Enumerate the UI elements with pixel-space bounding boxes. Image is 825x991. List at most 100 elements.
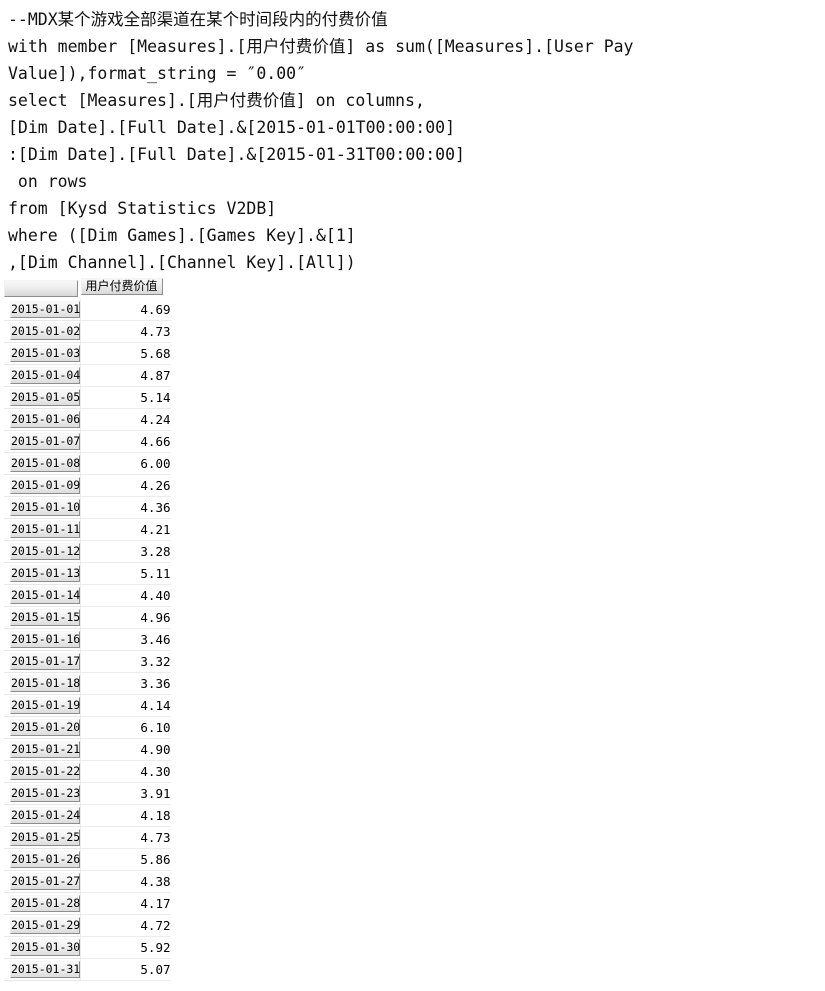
measure-value-cell: 3.32 — [80, 650, 171, 673]
row-date-label: 2015-01-23 — [10, 785, 81, 802]
row-date-label: 2015-01-01 — [10, 301, 81, 318]
table-row: 2015-01-25 4.73 — [4, 826, 171, 849]
measure-value-cell: 3.28 — [80, 540, 171, 563]
measure-value-cell: 4.17 — [80, 892, 171, 915]
measure-value-cell: 4.72 — [80, 914, 171, 937]
measure-value-cell: 5.14 — [80, 386, 171, 409]
measure-value-cell: 5.07 — [80, 958, 171, 981]
measure-value-cell: 4.38 — [80, 870, 171, 893]
row-header-cell[interactable]: 2015-01-28 — [4, 892, 81, 915]
table-row: 2015-01-26 5.86 — [4, 848, 171, 871]
row-date-label: 2015-01-30 — [10, 939, 81, 956]
measure-value-cell: 6.00 — [80, 452, 171, 475]
row-date-label: 2015-01-03 — [10, 345, 81, 362]
row-header-cell[interactable]: 2015-01-27 — [4, 870, 81, 893]
measure-value-cell: 3.46 — [80, 628, 171, 651]
row-date-label: 2015-01-29 — [10, 917, 81, 934]
row-header-cell[interactable]: 2015-01-29 — [4, 914, 81, 937]
row-header-cell[interactable]: 2015-01-24 — [4, 804, 81, 827]
table-row: 2015-01-13 5.11 — [4, 562, 171, 585]
row-date-label: 2015-01-19 — [10, 697, 81, 714]
measure-value-cell: 4.30 — [80, 760, 171, 783]
table-row: 2015-01-05 5.14 — [4, 386, 171, 409]
row-header-cell[interactable]: 2015-01-02 — [4, 320, 81, 343]
table-row: 2015-01-17 3.32 — [4, 650, 171, 673]
mdx-query-line: from [Kysd Statistics V2DB] — [8, 199, 277, 218]
measure-value-cell: 4.73 — [80, 826, 171, 849]
row-date-label: 2015-01-12 — [10, 543, 81, 560]
row-header-cell[interactable]: 2015-01-25 — [4, 826, 81, 849]
measure-value-cell: 4.87 — [80, 364, 171, 387]
table-row: 2015-01-12 3.28 — [4, 540, 171, 563]
table-row: 2015-01-31 5.07 — [4, 958, 171, 981]
row-header-cell[interactable]: 2015-01-07 — [4, 430, 81, 453]
row-header-cell[interactable]: 2015-01-26 — [4, 848, 81, 871]
row-header-cell[interactable]: 2015-01-22 — [4, 760, 81, 783]
row-date-label: 2015-01-07 — [10, 433, 81, 450]
row-date-label: 2015-01-21 — [10, 741, 81, 758]
row-header-cell[interactable]: 2015-01-01 — [4, 299, 81, 321]
measure-value-cell: 4.14 — [80, 694, 171, 717]
measure-value-cell: 4.96 — [80, 606, 171, 629]
measure-value-cell: 4.66 — [80, 430, 171, 453]
row-header-cell[interactable]: 2015-01-31 — [4, 958, 81, 981]
table-row: 2015-01-24 4.18 — [4, 804, 171, 827]
table-row: 2015-01-01 4.69 — [4, 299, 171, 321]
row-header-cell[interactable]: 2015-01-03 — [4, 342, 81, 365]
measure-value-cell: 5.86 — [80, 848, 171, 871]
row-header-cell[interactable]: 2015-01-11 — [4, 518, 81, 541]
table-row: 2015-01-18 3.36 — [4, 672, 171, 695]
row-header-cell[interactable]: 2015-01-19 — [4, 694, 81, 717]
row-date-label: 2015-01-08 — [10, 455, 81, 472]
table-row: 2015-01-28 4.17 — [4, 892, 171, 915]
mdx-query-line: with member [Measures].[用户付费价值] as sum([… — [8, 37, 634, 56]
row-date-label: 2015-01-09 — [10, 477, 81, 494]
row-date-label: 2015-01-02 — [10, 323, 81, 340]
measure-value-cell: 3.36 — [80, 672, 171, 695]
row-header-cell[interactable]: 2015-01-06 — [4, 408, 81, 431]
grid-corner-label — [4, 280, 78, 297]
row-header-cell[interactable]: 2015-01-13 — [4, 562, 81, 585]
row-header-cell[interactable]: 2015-01-08 — [4, 452, 81, 475]
mdx-query-line: :[Dim Date].[Full Date].&[2015-01-31T00:… — [8, 145, 465, 164]
mdx-query-line: [Dim Date].[Full Date].&[2015-01-01T00:0… — [8, 118, 456, 137]
measure-value-cell: 4.69 — [80, 299, 171, 321]
mdx-query-line: Value]),format_string = ″0.00″ — [8, 64, 307, 83]
table-row: 2015-01-09 4.26 — [4, 474, 171, 497]
row-date-label: 2015-01-10 — [10, 499, 81, 516]
measure-value-cell: 4.26 — [80, 474, 171, 497]
row-date-label: 2015-01-05 — [10, 389, 81, 406]
mdx-query-text: --MDX某个游戏全部渠道在某个时间段内的付费价值 with member [Me… — [0, 0, 825, 276]
row-header-cell[interactable]: 2015-01-14 — [4, 584, 81, 607]
table-row: 2015-01-14 4.40 — [4, 584, 171, 607]
row-header-cell[interactable]: 2015-01-17 — [4, 650, 81, 673]
table-row: 2015-01-08 6.00 — [4, 452, 171, 475]
row-date-label: 2015-01-17 — [10, 653, 81, 670]
row-header-cell[interactable]: 2015-01-04 — [4, 364, 81, 387]
measure-value-cell: 4.24 — [80, 408, 171, 431]
row-header-cell[interactable]: 2015-01-09 — [4, 474, 81, 497]
row-header-cell[interactable]: 2015-01-20 — [4, 716, 81, 739]
row-date-label: 2015-01-28 — [10, 895, 81, 912]
measure-value-cell: 5.68 — [80, 342, 171, 365]
row-date-label: 2015-01-26 — [10, 851, 81, 868]
row-header-cell[interactable]: 2015-01-05 — [4, 386, 81, 409]
table-row: 2015-01-02 4.73 — [4, 320, 171, 343]
table-row: 2015-01-29 4.72 — [4, 914, 171, 937]
measure-value-cell: 5.92 — [80, 936, 171, 959]
measure-value-cell: 4.40 — [80, 584, 171, 607]
query-results-grid: 用户付费价值 2015-01-01 4.69 2015-01-02 4.73 2015-… — [4, 278, 171, 981]
row-header-cell[interactable]: 2015-01-16 — [4, 628, 81, 651]
row-header-cell[interactable]: 2015-01-30 — [4, 936, 81, 959]
row-header-cell[interactable]: 2015-01-21 — [4, 738, 81, 761]
row-header-cell[interactable]: 2015-01-23 — [4, 782, 81, 805]
mdx-query-line: on rows — [8, 172, 88, 191]
row-header-cell[interactable]: 2015-01-12 — [4, 540, 81, 563]
row-header-cell[interactable]: 2015-01-18 — [4, 672, 81, 695]
table-row: 2015-01-10 4.36 — [4, 496, 171, 519]
measure-value-cell: 4.73 — [80, 320, 171, 343]
row-header-cell[interactable]: 2015-01-10 — [4, 496, 81, 519]
row-header-cell[interactable]: 2015-01-15 — [4, 606, 81, 629]
table-row: 2015-01-22 4.30 — [4, 760, 171, 783]
measure-value-cell: 5.11 — [80, 562, 171, 585]
